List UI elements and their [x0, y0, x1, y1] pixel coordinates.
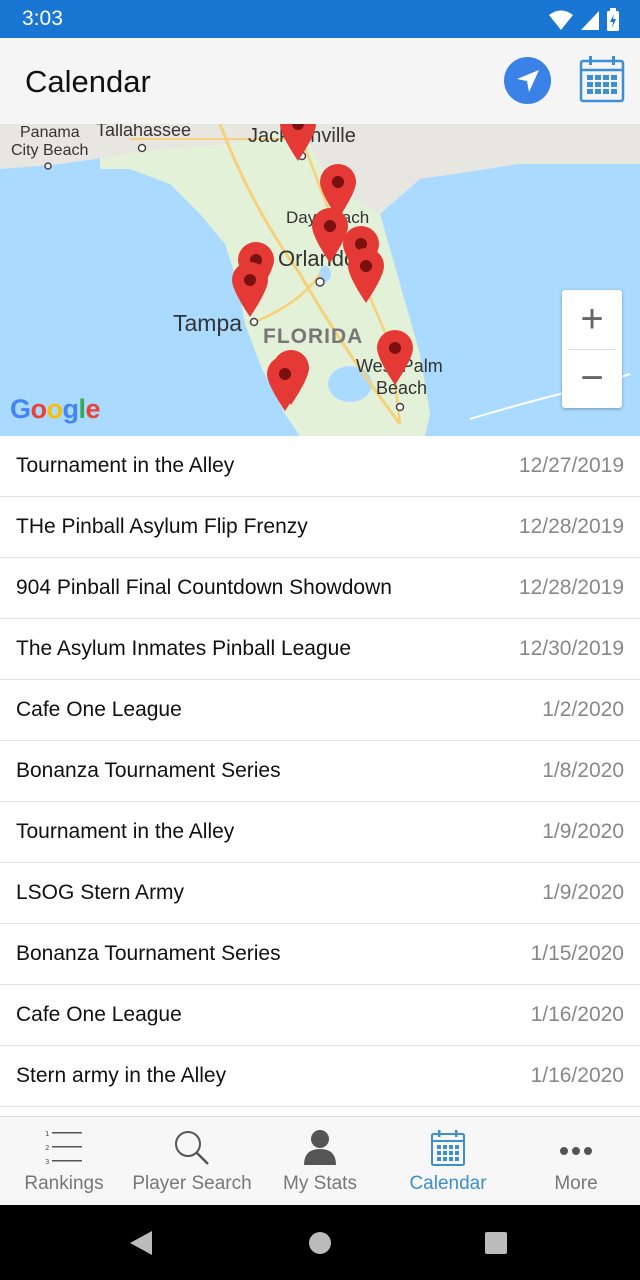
- zoom-out-button[interactable]: −: [562, 349, 622, 408]
- list-item[interactable]: The Asylum Inmates Pinball League 12/30/2…: [0, 619, 640, 680]
- status-icons: [548, 8, 620, 32]
- event-date: 12/27/2019: [518, 454, 624, 477]
- map-label-tallahassee: Tallahassee: [96, 124, 192, 140]
- list-item[interactable]: Tournament in the Alley 1/9/2020: [0, 802, 640, 863]
- recents-icon[interactable]: [484, 1231, 508, 1255]
- list-item[interactable]: THe Pinball Asylum Flip Frenzy 12/28/2019: [0, 497, 640, 558]
- map-pin[interactable]: [265, 354, 305, 412]
- event-name: Tournament in the Alley: [16, 820, 235, 843]
- tab-calendar[interactable]: Calendar: [384, 1117, 512, 1206]
- event-name: THe Pinball Asylum Flip Frenzy: [16, 515, 308, 538]
- battery-icon: [607, 8, 619, 31]
- tab-my-stats[interactable]: My Stats: [256, 1117, 384, 1206]
- more-icon: [560, 1147, 592, 1155]
- tab-more[interactable]: More: [512, 1117, 640, 1206]
- locate-button[interactable]: [504, 57, 551, 104]
- event-date: 1/2/2020: [542, 698, 624, 721]
- svg-text:1: 1: [45, 1130, 49, 1138]
- list-item[interactable]: Bonanza Tournament Series 1/8/2020: [0, 741, 640, 802]
- search-icon: [175, 1131, 209, 1165]
- event-name: Bonanza Tournament Series: [16, 942, 281, 965]
- tab-label: Calendar: [409, 1173, 487, 1194]
- list-item[interactable]: Tournament in the Alley 12/27/2019: [0, 436, 640, 497]
- event-list: Tournament in the Alley 12/27/2019 THe Pi…: [0, 436, 640, 1107]
- signal-icon: [581, 11, 599, 30]
- status-time: 3:03: [22, 7, 63, 30]
- event-name: Bonanza Tournament Series: [16, 759, 281, 782]
- list-item[interactable]: LSOG Stern Army 1/9/2020: [0, 863, 640, 924]
- system-nav-bar: [0, 1205, 640, 1280]
- map-pin[interactable]: [375, 328, 415, 386]
- map-view[interactable]: Panama City Beach Tallahassee Jacksonvil…: [0, 124, 640, 436]
- event-date: 1/9/2020: [542, 820, 624, 843]
- map-pin[interactable]: [310, 206, 350, 264]
- event-name: The Asylum Inmates Pinball League: [16, 637, 352, 660]
- map-pin[interactable]: [230, 260, 270, 318]
- list-item[interactable]: 904 Pinball Final Countdown Showdown 12/2…: [0, 558, 640, 619]
- tab-label: More: [554, 1173, 598, 1194]
- page-title: Calendar: [25, 64, 151, 99]
- event-date: 1/9/2020: [542, 881, 624, 904]
- event-date: 12/28/2019: [518, 576, 624, 599]
- svg-text:2: 2: [45, 1144, 49, 1152]
- event-date: 12/30/2019: [518, 637, 624, 660]
- list-icon: 1 2 3: [45, 1130, 82, 1165]
- map-pin[interactable]: [346, 246, 386, 304]
- status-bar: 3:03: [0, 0, 640, 38]
- event-name: LSOG Stern Army: [16, 881, 185, 904]
- navigation-arrow-icon: [516, 69, 539, 92]
- event-date: 1/15/2020: [530, 942, 624, 965]
- bottom-tab-bar: 1 2 3 Rankings Player Search My Stats Cale…: [0, 1116, 640, 1205]
- app-bar: Calendar: [0, 38, 640, 124]
- tab-player-search[interactable]: Player Search: [128, 1117, 256, 1206]
- tab-label: Player Search: [132, 1173, 252, 1194]
- event-date: 12/28/2019: [518, 515, 624, 538]
- zoom-in-button[interactable]: +: [562, 290, 622, 349]
- list-item[interactable]: Cafe One League 1/2/2020: [0, 680, 640, 741]
- list-item[interactable]: Bonanza Tournament Series 1/15/2020: [0, 924, 640, 985]
- event-date: 1/8/2020: [542, 759, 624, 782]
- event-name: Cafe One League: [16, 1003, 182, 1026]
- tab-rankings[interactable]: 1 2 3 Rankings: [0, 1117, 128, 1206]
- tab-label: My Stats: [283, 1173, 357, 1194]
- google-logo: Google: [10, 394, 101, 424]
- event-date: 1/16/2020: [530, 1003, 624, 1026]
- event-name: Cafe One League: [16, 698, 182, 721]
- home-icon[interactable]: [308, 1231, 332, 1255]
- map-label-city-beach: City Beach: [11, 142, 89, 159]
- list-item[interactable]: Cafe One League 1/16/2020: [0, 985, 640, 1046]
- calendar-view-button[interactable]: [578, 54, 626, 104]
- event-name: Tournament in the Alley: [16, 454, 235, 477]
- event-name: Stern army in the Alley: [16, 1064, 227, 1087]
- back-icon[interactable]: [128, 1229, 154, 1257]
- person-icon: [304, 1130, 336, 1165]
- zoom-controls: + −: [562, 290, 622, 408]
- map-label-florida: FLORIDA: [263, 325, 364, 348]
- wifi-icon: [549, 10, 573, 30]
- list-item[interactable]: Stern army in the Alley 1/16/2020: [0, 1046, 640, 1107]
- svg-text:3: 3: [45, 1158, 49, 1165]
- event-name: 904 Pinball Final Countdown Showdown: [16, 576, 392, 599]
- event-date: 1/16/2020: [530, 1064, 624, 1087]
- map-pin[interactable]: [278, 124, 318, 162]
- calendar-icon: [431, 1130, 465, 1166]
- tab-label: Rankings: [24, 1173, 104, 1194]
- calendar-icon: [579, 56, 625, 103]
- map-label-panama: Panama: [20, 124, 80, 141]
